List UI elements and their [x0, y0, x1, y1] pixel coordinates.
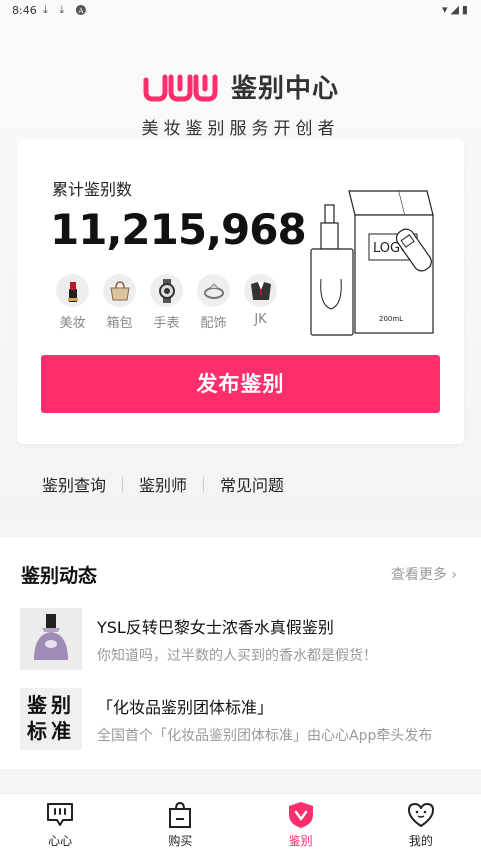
nav-buy[interactable]: 购买	[120, 794, 240, 855]
news-item[interactable]: 鉴别标准 「化妆品鉴别团体标准」 全国首个「化妆品鉴别团体标准」由心心App牵头…	[20, 688, 465, 750]
standard-thumbnail: 鉴别标准	[20, 688, 82, 750]
handbag-icon	[103, 274, 136, 307]
nav-label: 购买	[168, 834, 193, 848]
news-item-desc: 你知道吗，过半数的人买到的香水都是假货！	[97, 648, 377, 664]
status-time: 8:46	[12, 4, 37, 17]
category-jk[interactable]: JK	[237, 274, 284, 331]
stats-card: 累计鉴别数 11,215,968 美妆 箱包 手表 配饰 JK LOGO 200…	[17, 139, 464, 444]
divider	[122, 476, 124, 492]
link-appraisers[interactable]: 鉴别师	[139, 472, 187, 496]
category-label: 美妆	[59, 316, 86, 331]
jk-uniform-icon	[244, 274, 277, 307]
bottom-nav: 心心 购买 鉴别 我的	[0, 793, 481, 855]
status-bar: 8:46 ⤓ ⤓ 🅐 ▾◢▮	[0, 0, 481, 22]
nav-label: 心心	[48, 834, 73, 848]
ring-icon	[197, 274, 230, 307]
nav-me[interactable]: 我的	[361, 794, 481, 855]
slogan: 美妆鉴别服务开创者	[141, 119, 340, 139]
publish-appraisal-button[interactable]: 发布鉴别	[41, 355, 440, 413]
brand: 鉴别中心	[0, 68, 481, 105]
xinxin-icon	[0, 800, 120, 830]
heart-face-icon	[361, 800, 481, 830]
link-appraisal-query[interactable]: 鉴别查询	[42, 472, 106, 496]
total-count-label: 累计鉴别数	[52, 180, 133, 199]
see-more-label: 查看更多	[390, 567, 447, 583]
watch-icon	[150, 274, 183, 307]
category-beauty[interactable]: 美妆	[49, 274, 96, 331]
news-item[interactable]: YSL反转巴黎女士浓香水真假鉴别 你知道吗，过半数的人买到的香水都是假货！	[20, 608, 465, 670]
lipstick-icon	[56, 274, 89, 307]
category-list: 美妆 箱包 手表 配饰 JK	[49, 274, 284, 331]
system-status-icons: ▾◢▮	[441, 3, 471, 16]
notification-icons: ⤓ ⤓ 🅐	[43, 3, 91, 16]
news-item-title: 「化妆品鉴别团体标准」	[97, 698, 274, 717]
news-item-title: YSL反转巴黎女士浓香水真假鉴别	[97, 618, 334, 637]
category-bags[interactable]: 箱包	[96, 274, 143, 331]
see-more-link[interactable]: 查看更多 ›	[391, 564, 457, 584]
shopping-bag-icon	[120, 800, 240, 830]
box-volume-text: 200mL	[379, 315, 403, 323]
category-label: 手表	[153, 316, 180, 331]
product-box-illustration: LOGO 200mL	[310, 190, 434, 336]
brand-name: 鉴别中心	[231, 74, 340, 104]
nav-label: 我的	[408, 834, 433, 848]
nav-label: 鉴别	[288, 834, 313, 848]
category-label: JK	[254, 312, 267, 327]
category-label: 配饰	[200, 316, 227, 331]
nav-appraise[interactable]: 鉴别	[241, 794, 361, 855]
total-count-value: 11,215,968	[50, 205, 307, 254]
section-title: 鉴别动态	[21, 565, 98, 587]
shield-v-icon	[241, 800, 361, 830]
link-faq[interactable]: 常见问题	[220, 472, 284, 496]
nav-xinxin[interactable]: 心心	[0, 794, 120, 855]
divider	[203, 476, 205, 492]
quick-links: 鉴别查询 鉴别师 常见问题	[42, 472, 284, 496]
category-watches[interactable]: 手表	[143, 274, 190, 331]
news-item-desc: 全国首个「化妆品鉴别团体标准」由心心App牵头发布	[97, 728, 433, 744]
brand-logo-icon	[143, 74, 218, 101]
news-section: 鉴别动态 查看更多 › YSL反转巴黎女士浓香水真假鉴别 你知道吗，过半数的人买…	[0, 537, 481, 769]
perfume-thumbnail	[20, 608, 82, 670]
chevron-right-icon: ›	[451, 567, 457, 583]
category-label: 箱包	[106, 316, 133, 331]
category-accessories[interactable]: 配饰	[190, 274, 237, 331]
